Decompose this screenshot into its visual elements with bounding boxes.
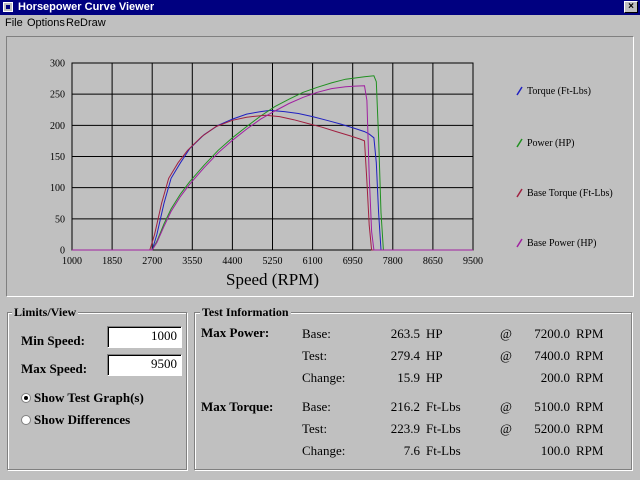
power-base-at: @ — [500, 326, 512, 341]
y-tick-label: 0 — [60, 246, 65, 257]
torque-change-label: Change: — [302, 443, 346, 458]
y-tick-label: 100 — [50, 183, 65, 194]
horsepower-chart: 1000 1850 2700 3550 4400 5250 6100 6950 7800 8650… — [50, 59, 613, 290]
torque-test-at: @ — [500, 421, 512, 436]
torque-change-value: 7.6 — [403, 443, 420, 458]
x-tick-label: 7800 — [383, 256, 403, 267]
power-test-unit: HP — [426, 348, 443, 363]
power-test-value: 279.4 — [390, 348, 420, 363]
test-information-title: Test Information — [200, 305, 291, 319]
legend-entry: Base Power (HP) — [527, 238, 596, 249]
max-speed-label: Max Speed: — [21, 361, 88, 376]
title-bar: Horsepower Curve Viewer × — [0, 0, 640, 15]
torque-base-rpm-unit: RPM — [576, 399, 604, 414]
menu-redraw[interactable]: ReDraw — [66, 16, 106, 30]
torque-base-at: @ — [500, 399, 512, 414]
power-change-value: 15.9 — [397, 370, 420, 385]
x-tick-label: 5250 — [263, 256, 283, 267]
torque-test-label: Test: — [302, 421, 328, 436]
y-tick-label: 300 — [50, 59, 65, 70]
legend-swatch — [516, 86, 523, 96]
x-tick-label: 6950 — [343, 256, 363, 267]
power-change-rpm-unit: RPM — [576, 370, 604, 385]
x-tick-label: 2700 — [142, 256, 162, 267]
power-change-rpm: 200.0 — [540, 370, 570, 385]
min-speed-input[interactable]: 1000 — [107, 326, 182, 348]
show-differences-radio[interactable] — [21, 415, 31, 425]
power-base-unit: HP — [426, 326, 443, 341]
power-test-rpm: 7400.0 — [534, 348, 570, 363]
torque-base-value: 216.2 — [390, 399, 420, 414]
torque-base-rpm: 5100.0 — [534, 399, 570, 414]
x-tick-label: 1000 — [62, 256, 82, 267]
x-tick-label: 3550 — [182, 256, 202, 267]
torque-change-rpm-unit: RPM — [576, 443, 604, 458]
power-test-label: Test: — [302, 348, 328, 363]
power-base-rpm: 7200.0 — [534, 326, 570, 341]
power-base-value: 263.5 — [390, 326, 420, 341]
y-tick-label: 150 — [50, 152, 65, 163]
app-icon[interactable] — [3, 2, 13, 12]
torque-test-rpm-unit: RPM — [576, 421, 604, 436]
menu-options[interactable]: Options — [27, 16, 65, 30]
y-tick-label: 250 — [50, 90, 65, 101]
show-test-radio[interactable] — [21, 393, 31, 403]
power-base-label: Base: — [302, 326, 331, 341]
torque-base-unit: Ft-Lbs — [426, 399, 461, 414]
power-test-rpm-unit: RPM — [576, 348, 604, 363]
legend-entry: Torque (Ft-Lbs) — [527, 86, 591, 97]
torque-change-unit: Ft-Lbs — [426, 443, 461, 458]
legend-swatch — [516, 138, 523, 148]
y-tick-label: 50 — [55, 214, 65, 225]
torque-test-rpm: 5200.0 — [534, 421, 570, 436]
power-change-label: Change: — [302, 370, 346, 385]
show-test-label[interactable]: Show Test Graph(s) — [34, 390, 144, 405]
legend-entry: Base Torque (Ft-Lbs) — [527, 188, 613, 199]
x-tick-label: 8650 — [423, 256, 443, 267]
x-tick-label: 9500 — [463, 256, 483, 267]
menu-bar: File Options ReDraw — [0, 15, 640, 31]
x-tick-label: 1850 — [102, 256, 122, 267]
y-tick-label: 200 — [50, 121, 65, 132]
max-torque-label: Max Torque: — [201, 399, 274, 414]
close-button[interactable]: × — [624, 1, 638, 13]
menu-file[interactable]: File — [5, 16, 23, 30]
x-tick-label: 6100 — [303, 256, 323, 267]
limits-view-title: Limits/View — [12, 305, 79, 319]
power-test-at: @ — [500, 348, 512, 363]
window-title: Horsepower Curve Viewer — [18, 1, 155, 13]
min-speed-label: Min Speed: — [21, 333, 85, 348]
legend-swatch — [516, 238, 523, 248]
torque-base-label: Base: — [302, 399, 331, 414]
show-differences-label[interactable]: Show Differences — [34, 412, 130, 427]
torque-test-unit: Ft-Lbs — [426, 421, 461, 436]
max-power-label: Max Power: — [201, 325, 270, 340]
x-axis-label: Speed (RPM) — [226, 270, 319, 289]
legend-swatch — [516, 188, 523, 198]
power-change-unit: HP — [426, 370, 443, 385]
max-speed-input[interactable]: 9500 — [107, 354, 182, 376]
chart-panel: 1000 1850 2700 3550 4400 5250 6100 6950 7800 8650… — [6, 36, 634, 297]
torque-change-rpm: 100.0 — [540, 443, 570, 458]
x-tick-label: 4400 — [222, 256, 242, 267]
torque-test-value: 223.9 — [390, 421, 420, 436]
power-base-rpm-unit: RPM — [576, 326, 604, 341]
legend-entry: Power (HP) — [527, 138, 575, 149]
